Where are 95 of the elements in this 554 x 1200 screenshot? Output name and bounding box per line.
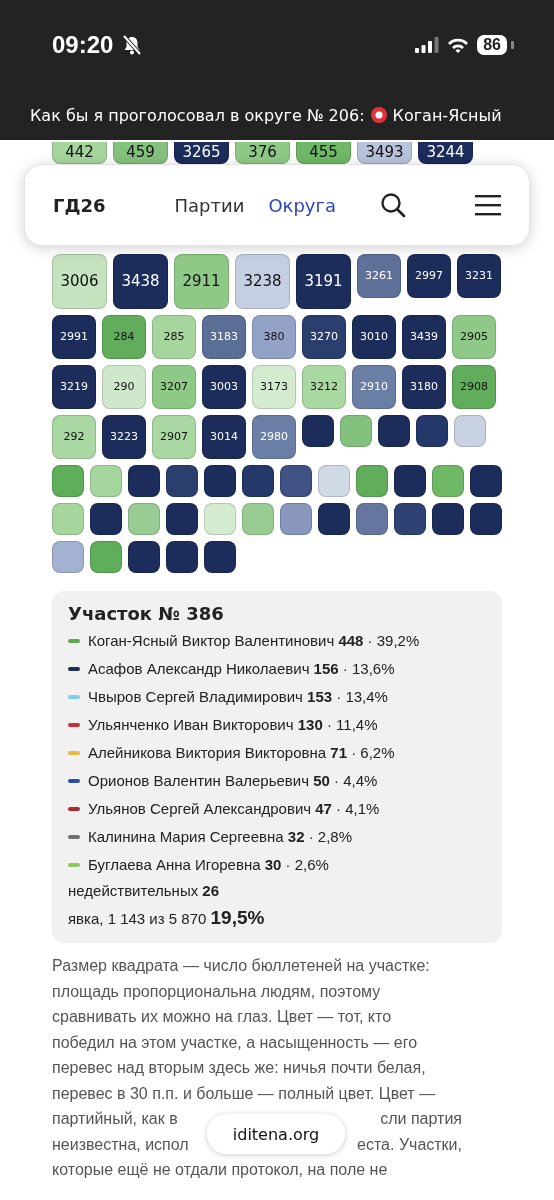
blank-square[interactable] [280, 465, 312, 497]
menu-icon [475, 194, 501, 216]
precinct-square[interactable]: 3212 [302, 365, 346, 409]
blank-square[interactable] [166, 465, 198, 497]
blank-square[interactable] [166, 503, 198, 535]
blank-square[interactable] [318, 503, 350, 535]
explanation-text: еста. Участки, [357, 1134, 462, 1155]
nav-link[interactable]: Партии [174, 194, 245, 216]
blank-square[interactable] [432, 503, 464, 535]
precinct-square[interactable]: 3261 [357, 254, 401, 298]
candidate-result: Калинина Мария Сергеевна 32 · 2,8% [88, 827, 352, 847]
precinct-square[interactable]: 376 [235, 142, 290, 164]
precinct-square[interactable]: 3493 [357, 142, 412, 164]
turnout-text: явка, 1 143 из 5 870 19,5% [68, 907, 266, 929]
candidate-result: Орионов Валентин Валерьевич 50 · 4,4% [88, 771, 378, 791]
precinct-square[interactable]: 290 [102, 365, 146, 409]
precinct-square[interactable]: 3173 [252, 365, 296, 409]
muted-bell-icon [121, 34, 144, 56]
blank-square[interactable] [204, 465, 236, 497]
blank-square[interactable] [204, 541, 236, 573]
precinct-square[interactable]: 2911 [174, 254, 229, 309]
precinct-square[interactable]: 3014 [202, 415, 246, 459]
address-pill[interactable]: iditena.org [207, 1114, 345, 1154]
precinct-title: Участок № 386 [68, 603, 225, 624]
precinct-square[interactable]: 3183 [202, 315, 246, 359]
precinct-square[interactable]: 2905 [452, 315, 496, 359]
clock-time: 09:20 [52, 31, 114, 59]
precinct-square[interactable]: 3265 [174, 142, 229, 164]
precinct-square[interactable]: 455 [296, 142, 351, 164]
precinct-square[interactable]: 284 [102, 315, 146, 359]
explanation-text: неизвестна, испол [52, 1134, 189, 1155]
explanation-text: победил на этом участке, а насыщенность — его [52, 1032, 418, 1053]
explanation-text: Размер квадрата — число бюллетеней на участке: [52, 956, 430, 976]
precinct-square[interactable]: 2997 [407, 254, 451, 298]
precinct-square[interactable]: 3003 [202, 365, 246, 409]
candidate-result: Ульянов Сергей Александрович 47 · 4,1% [88, 799, 380, 819]
precinct-square[interactable]: 380 [252, 315, 296, 359]
precinct-square[interactable]: 3223 [102, 415, 146, 459]
precinct-square[interactable]: 3180 [402, 365, 446, 409]
blank-square[interactable] [416, 415, 448, 447]
blank-square[interactable] [394, 465, 426, 497]
candidate-result: Ульянченко Иван Викторович 130 · 11,4% [88, 715, 378, 735]
page-title: Как бы я проголосовал в округе № 206: [30, 105, 365, 125]
explanation-text: которые ещё не отдали протокол, на поле не [52, 1160, 388, 1180]
blank-square[interactable] [166, 541, 198, 573]
record-icon [369, 106, 388, 124]
precinct-square[interactable]: 442 [52, 142, 107, 164]
blank-square[interactable] [470, 503, 502, 535]
precinct-square[interactable]: 2991 [52, 315, 96, 359]
explanation-text: перевес в 30 п.п. и больше — полный цвет. Цвет — [52, 1083, 436, 1104]
explanation-text: перевес над вторым здесь же: ничья почти белая, [52, 1058, 426, 1078]
precinct-square[interactable]: 3238 [235, 254, 290, 309]
precinct-square[interactable]: 3231 [457, 254, 501, 298]
precinct-square[interactable]: 459 [113, 142, 168, 164]
precinct-square[interactable]: 3439 [402, 315, 446, 359]
precinct-square[interactable]: 3244 [418, 142, 473, 164]
battery-tip-icon [511, 41, 514, 49]
precinct-square[interactable]: 2908 [452, 365, 496, 409]
battery-level: 86 [477, 35, 507, 55]
explanation-text: партийный, как в [52, 1109, 178, 1129]
candidate-result: Алейникова Виктория Викторовна 71 · 6,2% [88, 743, 395, 763]
precinct-square[interactable]: 2980 [252, 415, 296, 459]
candidate-result: Асафов Александр Николаевич 156 · 13,6% [88, 659, 395, 679]
precinct-square[interactable]: 3010 [352, 315, 396, 359]
precinct-square[interactable]: 3191 [296, 254, 351, 309]
precinct-square[interactable]: 3270 [302, 315, 346, 359]
search-icon [380, 192, 406, 218]
precinct-square[interactable]: 3438 [113, 254, 168, 309]
candidate-result: Коган-Ясный Виктор Валентинович 448 · 39,2% [88, 631, 420, 651]
explanation-text: сли партия [380, 1109, 462, 1129]
precinct-square[interactable]: 2907 [152, 415, 196, 459]
candidate-result: Чвыров Сергей Владимирович 153 · 13,4% [88, 687, 388, 707]
precinct-square[interactable]: 3219 [52, 365, 96, 409]
explanation-text: площадь пропорциональна людям, поэтому [52, 981, 381, 1002]
blank-square[interactable] [242, 465, 274, 497]
nav-link[interactable]: Округа [268, 194, 336, 216]
wifi-icon [447, 37, 470, 53]
signal-icon [415, 37, 440, 53]
candidate-name: Коган-Ясный [392, 105, 502, 125]
candidate-result: Буглаева Анна Игоревна 30 · 2,6% [88, 855, 329, 875]
blank-square[interactable] [470, 465, 502, 497]
blank-square[interactable] [378, 415, 410, 447]
blank-square[interactable] [394, 503, 426, 535]
site-logo[interactable]: ГД26 [53, 194, 106, 216]
explanation-text: сравнивать их можно на глаз. Цвет — тот, кто [52, 1007, 392, 1027]
blank-square[interactable] [128, 465, 160, 497]
precinct-square[interactable]: 285 [152, 315, 196, 359]
blank-square[interactable] [128, 541, 160, 573]
precinct-square[interactable]: 3207 [152, 365, 196, 409]
invalid-ballots: недействительных 26 [68, 882, 221, 899]
precinct-square[interactable]: 2910 [352, 365, 396, 409]
blank-square[interactable] [90, 503, 122, 535]
precinct-square[interactable]: 292 [52, 415, 96, 459]
precinct-square[interactable]: 3006 [52, 254, 107, 309]
blank-square[interactable] [302, 415, 334, 447]
